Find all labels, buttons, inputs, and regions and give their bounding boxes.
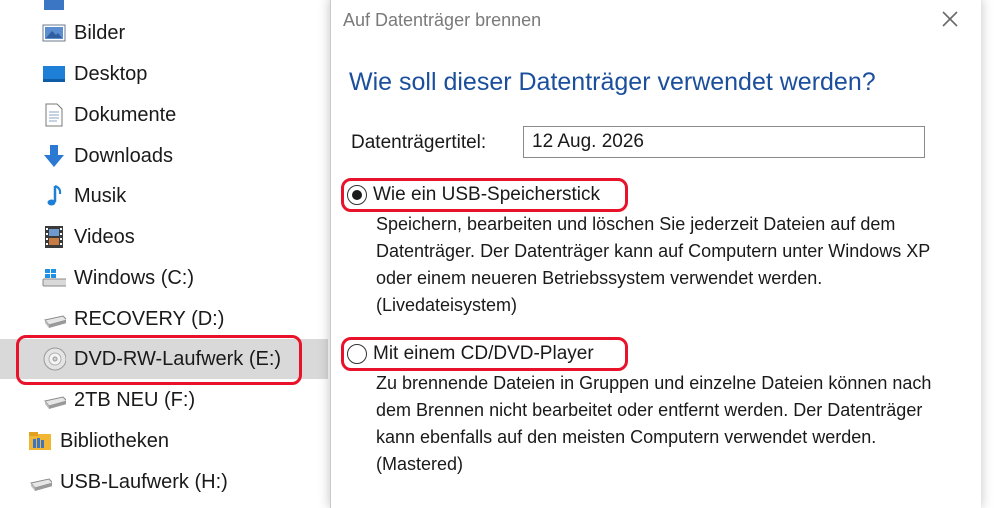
drive-icon xyxy=(42,388,66,412)
nav-item-usb-h[interactable]: USB-Laufwerk (H:) xyxy=(0,462,328,502)
folder-icon xyxy=(42,0,66,14)
disc-title-input[interactable] xyxy=(523,126,925,158)
nav-item-musik[interactable]: Musik xyxy=(0,176,328,216)
nav-item-label: Musik xyxy=(74,184,127,207)
nav-item-dokumente[interactable]: Dokumente xyxy=(0,95,328,135)
nav-item-2tb-neu-f[interactable]: 2TB NEU (F:) xyxy=(0,380,328,420)
radio-usb-flash-drive[interactable] xyxy=(347,185,367,205)
nav-item-desktop[interactable]: Desktop xyxy=(0,54,328,94)
nav-item-downloads[interactable]: Downloads xyxy=(0,136,328,176)
option-cd-dvd-player[interactable]: Mit einem CD/DVD-Player xyxy=(347,343,594,365)
nav-item-bibliotheken[interactable]: Bibliotheken xyxy=(0,421,328,461)
libraries-icon xyxy=(28,429,52,453)
close-button[interactable] xyxy=(933,6,967,36)
dvd-drive-icon xyxy=(42,347,66,371)
nav-item-label: USB-Laufwerk (H:) xyxy=(60,470,228,493)
option-label: Mit einem CD/DVD-Player xyxy=(373,343,594,364)
nav-item-label: Downloads xyxy=(74,144,173,167)
nav-item-bilder[interactable]: Bilder xyxy=(0,13,328,53)
dialog-heading: Wie soll dieser Datenträger verwendet we… xyxy=(349,68,876,96)
music-icon xyxy=(42,184,66,208)
downloads-icon xyxy=(42,144,66,168)
nav-item-label: Videos xyxy=(74,225,135,248)
nav-item-label: RECOVERY (D:) xyxy=(74,307,225,330)
nav-item-label: Desktop xyxy=(74,62,148,85)
navigation-pane: Bilder Desktop Dokumente Downloads Musik… xyxy=(0,0,330,504)
windows-drive-icon xyxy=(42,266,66,290)
desktop-icon xyxy=(42,62,66,86)
nav-item-label: DVD-RW-Laufwerk (E:) xyxy=(74,347,282,370)
nav-item-label: 2TB NEU (F:) xyxy=(74,388,196,411)
nav-item-videos[interactable]: Videos xyxy=(0,217,328,257)
option-label: Wie ein USB-Speicherstick xyxy=(373,184,601,205)
burn-disc-dialog: Auf Datenträger brennen Wie soll dieser … xyxy=(330,0,981,508)
documents-icon xyxy=(42,103,66,127)
nav-item-label: Dokumente xyxy=(74,103,177,126)
nav-item-recovery-d[interactable]: RECOVERY (D:) xyxy=(0,299,328,339)
drive-icon xyxy=(42,307,66,331)
videos-icon xyxy=(42,225,66,249)
disc-title-label: Datenträgertitel: xyxy=(351,132,487,153)
nav-item-label: Windows (C:) xyxy=(74,266,195,289)
option-description: Speichern, bearbeiten und löschen Sie je… xyxy=(376,214,930,315)
option-usb-flash-drive[interactable]: Wie ein USB-Speicherstick xyxy=(347,184,600,206)
nav-item-dvd-rw-e[interactable]: DVD-RW-Laufwerk (E:) xyxy=(0,339,328,379)
nav-item-label: Bibliotheken xyxy=(60,429,169,452)
nav-item-windows-c[interactable]: Windows (C:) xyxy=(0,258,328,298)
dialog-title: Auf Datenträger brennen xyxy=(343,10,542,30)
pictures-icon xyxy=(42,21,66,45)
radio-selected-dot xyxy=(352,190,362,200)
usb-drive-icon xyxy=(28,470,52,494)
close-icon xyxy=(941,10,959,33)
radio-cd-dvd-player[interactable] xyxy=(347,344,367,364)
nav-item-label: Bilder xyxy=(74,21,126,44)
option-description: Zu brennende Dateien in Gruppen und einz… xyxy=(376,373,932,474)
